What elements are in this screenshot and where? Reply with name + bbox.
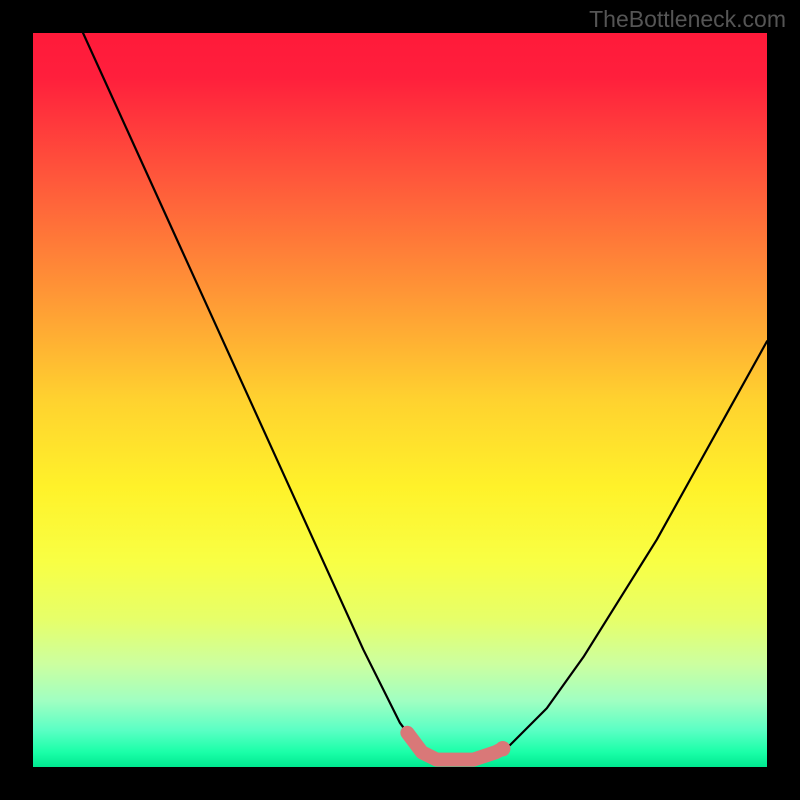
highlight-end-dot bbox=[495, 741, 510, 756]
chart-frame: TheBottleneck.com bbox=[0, 0, 800, 800]
curve-layer bbox=[33, 33, 767, 767]
watermark-text: TheBottleneck.com bbox=[589, 6, 786, 33]
optimal-range-highlight bbox=[407, 733, 502, 760]
bottleneck-curve bbox=[33, 33, 767, 760]
plot-area bbox=[33, 33, 767, 767]
